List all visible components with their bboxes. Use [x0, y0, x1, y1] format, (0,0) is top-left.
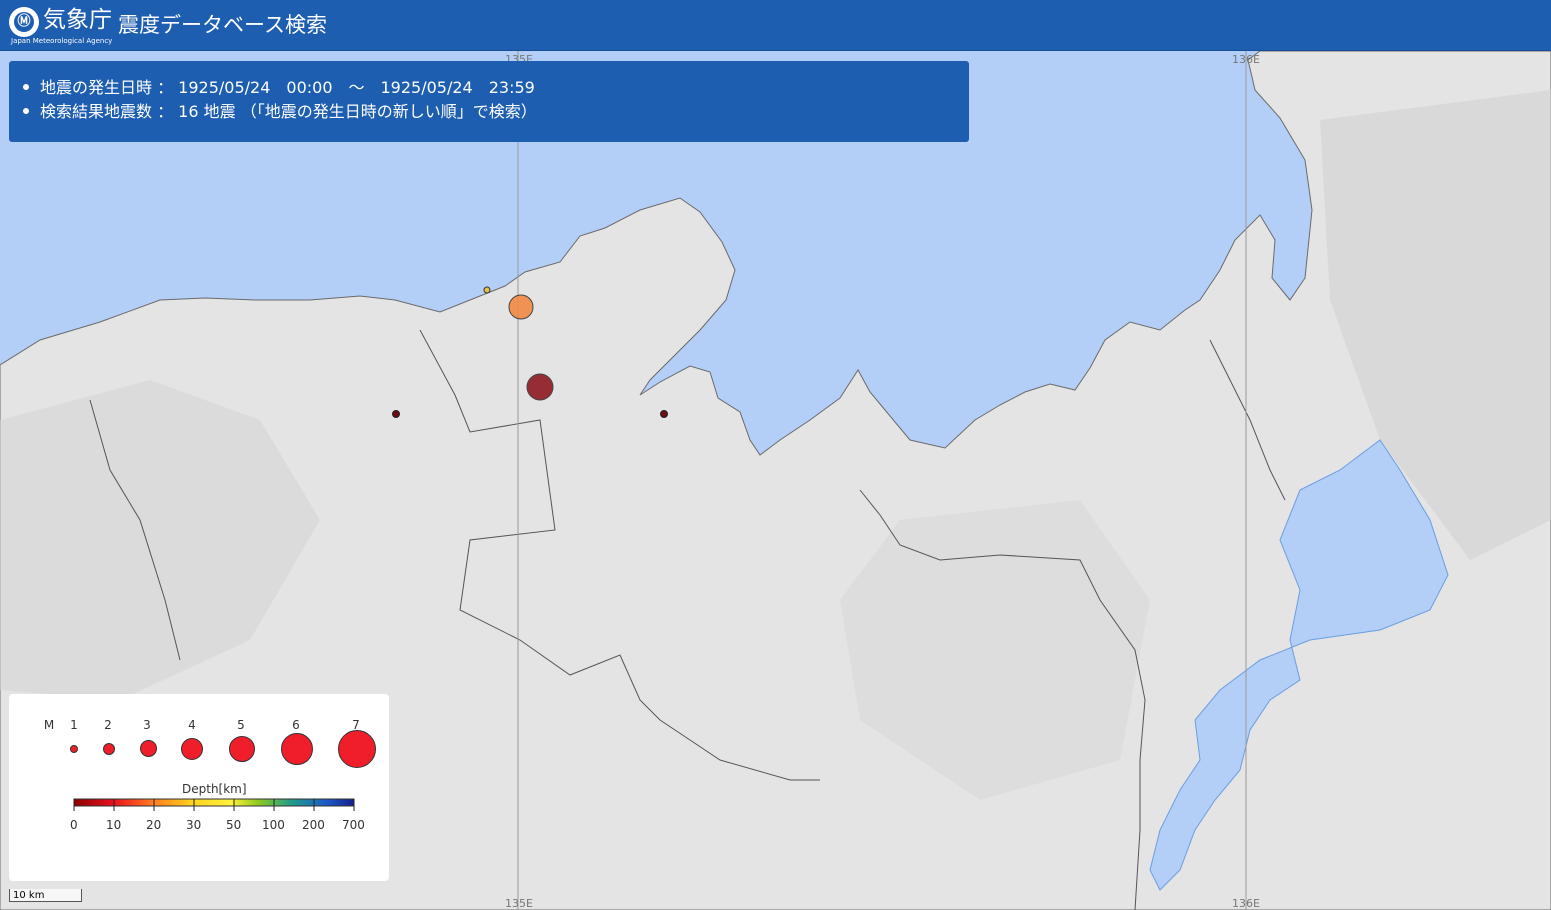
legend-magnitude-circle: [103, 743, 115, 755]
grid-label-136e-top: 136E: [1232, 53, 1260, 66]
legend-depth-tick: 700: [342, 818, 365, 832]
jma-logo-icon: Ⓜ: [9, 7, 39, 37]
epicenter-marker[interactable]: [483, 286, 491, 294]
legend-depth-tick: 10: [106, 818, 122, 832]
grid-label-136e-bottom: 136E: [1232, 897, 1260, 910]
agency-name: 気象庁: [43, 7, 112, 33]
legend-magnitude-label: 5: [237, 718, 245, 732]
info-result-count-text: 検索結果地震数 ： 16 地震 （「地震の発生日時の新しい順」で検索）: [40, 102, 537, 121]
agency-name-en: Japan Meteorological Agency: [11, 37, 113, 45]
legend-depth-tick: 20: [146, 818, 162, 832]
grid-label-135e-bottom: 135E: [505, 897, 533, 910]
legend-m-label: M: [43, 718, 55, 732]
legend-magnitude-circle: [281, 733, 313, 765]
epicenter-marker[interactable]: [392, 410, 400, 418]
legend-magnitude-label: 6: [292, 718, 300, 732]
legend-depth-tick: 0: [70, 818, 78, 832]
search-info-panel: 地震の発生日時 ： 1925/05/24 00:00 ～ 1925/05/24 …: [9, 61, 969, 142]
legend-magnitude-circle: [140, 740, 157, 757]
bullet-icon: [23, 107, 29, 114]
legend-magnitude-label: 2: [104, 718, 112, 732]
legend-depth-tick: 200: [302, 818, 325, 832]
map-scale-bar: 10 km: [9, 889, 82, 902]
legend-magnitude-circle: [338, 730, 376, 768]
legend-depth-tick: 30: [186, 818, 202, 832]
legend-depth-colorbar: [73, 798, 355, 811]
epicenter-marker[interactable]: [660, 410, 668, 418]
legend-magnitude-label: 1: [70, 718, 78, 732]
legend-depth-label: Depth[km]: [182, 782, 247, 796]
legend-magnitude-label: 4: [188, 718, 196, 732]
logo-glyph: Ⓜ: [14, 12, 34, 32]
info-result-count: 検索結果地震数 ： 16 地震 （「地震の発生日時の新しい順」で検索）: [23, 101, 537, 123]
map-legend: M 1 2 3 4 5 6 7 Depth[km] 0 10 20 30 50 …: [9, 694, 389, 881]
legend-magnitude-label: 3: [143, 718, 151, 732]
legend-depth-tick: 100: [262, 818, 285, 832]
app-title[interactable]: 震度データベース検索: [118, 10, 327, 40]
info-date-range-text: 地震の発生日時 ： 1925/05/24 00:00 ～ 1925/05/24 …: [40, 78, 535, 97]
legend-magnitude-circle: [181, 738, 203, 760]
legend-magnitude-circle: [229, 736, 255, 762]
app-header: Ⓜ 気象庁 Japan Meteorological Agency 震度データベ…: [0, 0, 1551, 51]
epicenter-marker[interactable]: [508, 294, 534, 320]
bullet-icon: [23, 83, 29, 90]
legend-depth-tick: 50: [226, 818, 242, 832]
info-date-range: 地震の発生日時 ： 1925/05/24 00:00 ～ 1925/05/24 …: [23, 77, 535, 99]
epicenter-marker[interactable]: [526, 373, 554, 401]
legend-magnitude-circle: [70, 745, 78, 753]
